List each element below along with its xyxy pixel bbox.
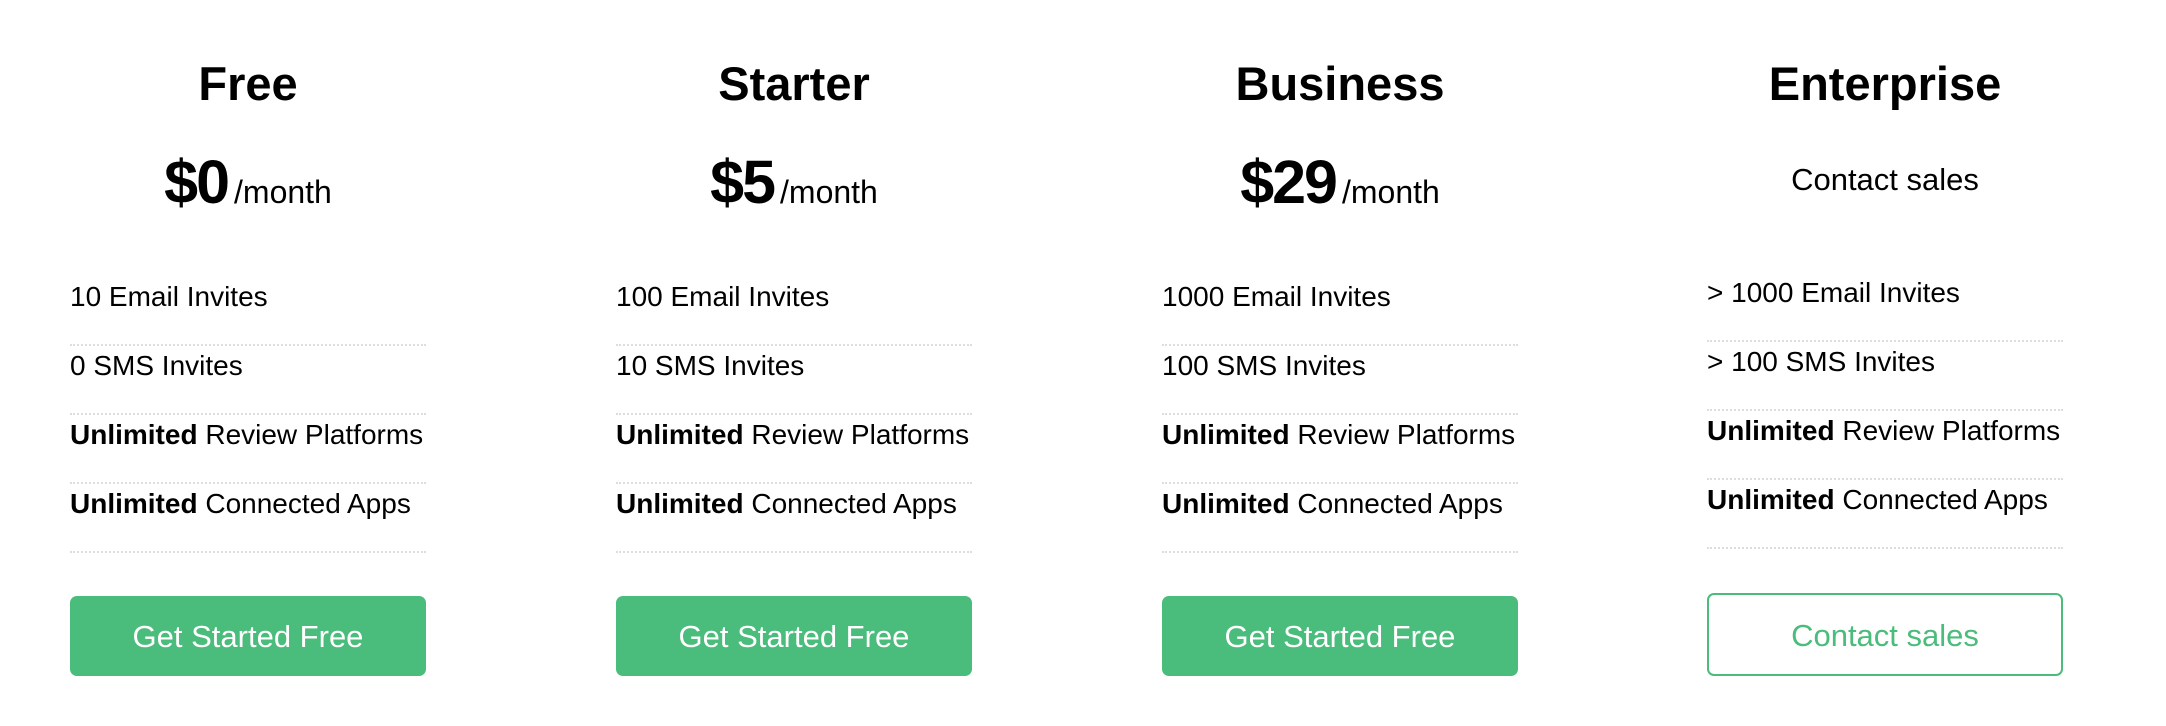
feature-text: Connected Apps bbox=[743, 488, 957, 519]
plan-title: Business bbox=[1235, 57, 1445, 110]
feature-item: Unlimited Connected Apps bbox=[1162, 486, 1518, 553]
plan-card-free: Free $0/month 10 Email Invites 0 SMS Inv… bbox=[70, 0, 426, 726]
feature-highlight: Unlimited bbox=[70, 419, 198, 450]
feature-item: 0 SMS Invites bbox=[70, 348, 426, 415]
feature-text: > 1000 Email Invites bbox=[1707, 277, 1960, 308]
feature-text: Connected Apps bbox=[197, 488, 411, 519]
feature-highlight: Unlimited bbox=[616, 419, 744, 450]
feature-text: > 100 SMS Invites bbox=[1707, 346, 1936, 377]
feature-list: 1000 Email Invites 100 SMS Invites Unlim… bbox=[1162, 279, 1518, 555]
feature-highlight: Unlimited bbox=[70, 488, 198, 519]
plan-card-enterprise: Enterprise Contact sales > 1000 Email In… bbox=[1707, 0, 2063, 726]
feature-text: Review Platforms bbox=[743, 419, 970, 450]
price-period: /month bbox=[780, 174, 878, 210]
get-started-free-button[interactable]: Get Started Free bbox=[1162, 596, 1518, 676]
feature-item: Unlimited Connected Apps bbox=[616, 486, 972, 553]
feature-item: 10 SMS Invites bbox=[616, 348, 972, 415]
price-period: /month bbox=[234, 174, 332, 210]
price-amount: $0 bbox=[164, 148, 230, 216]
feature-highlight: Unlimited bbox=[1707, 484, 1835, 515]
feature-item: Unlimited Connected Apps bbox=[1707, 482, 2063, 549]
feature-text: Connected Apps bbox=[1834, 484, 2048, 515]
feature-item: Unlimited Review Platforms bbox=[1707, 413, 2063, 480]
price-period: /month bbox=[1341, 174, 1440, 210]
feature-text: 10 SMS Invites bbox=[616, 350, 805, 381]
feature-highlight: Unlimited bbox=[616, 488, 744, 519]
feature-list: 10 Email Invites 0 SMS Invites Unlimited… bbox=[70, 279, 426, 555]
feature-text: 1000 Email Invites bbox=[1162, 281, 1391, 312]
plan-card-business: Business $29/month 1000 Email Invites 10… bbox=[1162, 0, 1518, 726]
feature-list: 100 Email Invites 10 SMS Invites Unlimit… bbox=[616, 279, 972, 555]
feature-item: 100 SMS Invites bbox=[1162, 348, 1518, 415]
feature-item: Unlimited Review Platforms bbox=[1162, 417, 1518, 484]
plan-price: $0/month bbox=[70, 146, 426, 235]
feature-highlight: Unlimited bbox=[1162, 419, 1290, 450]
feature-item: 1000 Email Invites bbox=[1162, 279, 1518, 346]
plan-title: Enterprise bbox=[1768, 57, 2002, 110]
feature-item: Unlimited Review Platforms bbox=[616, 417, 972, 484]
feature-item: > 1000 Email Invites bbox=[1707, 275, 2063, 342]
plan-title: Starter bbox=[718, 57, 870, 110]
feature-text: Connected Apps bbox=[1289, 488, 1503, 519]
feature-text: Review Platforms bbox=[1289, 419, 1516, 450]
get-started-free-button[interactable]: Get Started Free bbox=[616, 596, 972, 676]
contact-sales-button[interactable]: Contact sales bbox=[1707, 593, 2063, 676]
plan-price: $29/month bbox=[1162, 146, 1518, 235]
feature-list: > 1000 Email Invites > 100 SMS Invites U… bbox=[1707, 275, 2063, 551]
feature-text: Review Platforms bbox=[1834, 415, 2061, 446]
price-amount: $5 bbox=[710, 148, 776, 216]
plan-price: $5/month bbox=[616, 146, 972, 235]
feature-item: 10 Email Invites bbox=[70, 279, 426, 346]
feature-highlight: Unlimited bbox=[1707, 415, 1835, 446]
feature-highlight: Unlimited bbox=[1162, 488, 1290, 519]
feature-item: Unlimited Connected Apps bbox=[70, 486, 426, 553]
price-amount: $29 bbox=[1240, 148, 1338, 216]
feature-item: Unlimited Review Platforms bbox=[70, 417, 426, 484]
plan-card-starter: Starter $5/month 100 Email Invites 10 SM… bbox=[616, 0, 972, 726]
get-started-free-button[interactable]: Get Started Free bbox=[70, 596, 426, 676]
feature-text: 100 SMS Invites bbox=[1162, 350, 1366, 381]
feature-text: 100 Email Invites bbox=[616, 281, 830, 312]
feature-text: Review Platforms bbox=[197, 419, 424, 450]
feature-text: 10 Email Invites bbox=[70, 281, 268, 312]
plan-title: Free bbox=[198, 57, 298, 110]
feature-item: 100 Email Invites bbox=[616, 279, 972, 346]
contact-sales-text: Contact sales bbox=[1791, 162, 1979, 197]
feature-text: 0 SMS Invites bbox=[70, 350, 243, 381]
feature-item: > 100 SMS Invites bbox=[1707, 344, 2063, 411]
